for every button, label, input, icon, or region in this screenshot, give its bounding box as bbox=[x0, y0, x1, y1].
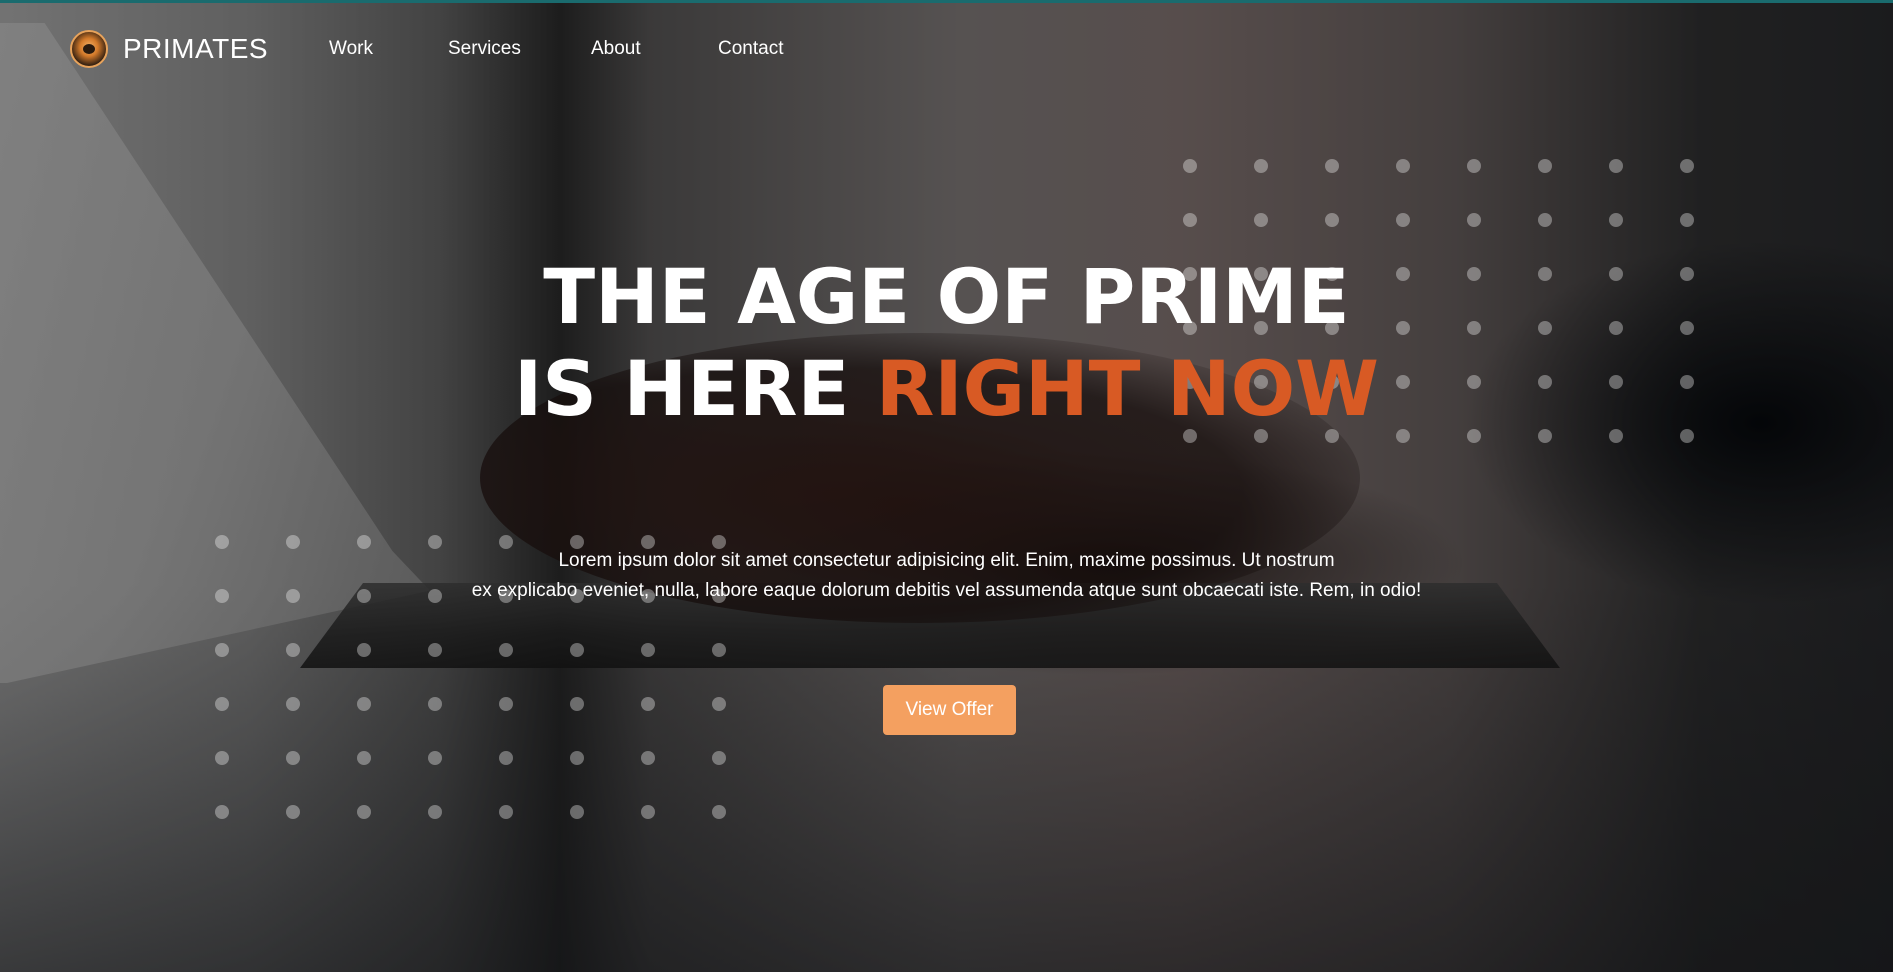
decorative-dot bbox=[1467, 159, 1481, 173]
decorative-dot bbox=[286, 643, 300, 657]
decorative-dot bbox=[286, 805, 300, 819]
view-offer-button[interactable]: View Offer bbox=[883, 685, 1016, 735]
decorative-dot bbox=[1680, 159, 1694, 173]
decorative-dot bbox=[1396, 159, 1410, 173]
decorative-dot bbox=[1396, 213, 1410, 227]
decorative-dot bbox=[1325, 213, 1339, 227]
decorative-dot bbox=[499, 751, 513, 765]
decorative-dot bbox=[1538, 159, 1552, 173]
decorative-dot bbox=[641, 697, 655, 711]
decorative-dot bbox=[641, 805, 655, 819]
decorative-dot bbox=[641, 643, 655, 657]
nav-link-work[interactable]: Work bbox=[329, 38, 373, 60]
decorative-dot bbox=[712, 697, 726, 711]
decorative-dot bbox=[712, 643, 726, 657]
decorative-dot bbox=[428, 805, 442, 819]
decorative-dot bbox=[1609, 159, 1623, 173]
decorative-dot bbox=[1254, 159, 1268, 173]
brand-name: PRIMATES bbox=[123, 33, 269, 64]
chimp-logo-icon bbox=[70, 30, 108, 68]
decorative-dot bbox=[357, 805, 371, 819]
decorative-dot bbox=[215, 805, 229, 819]
decorative-dot bbox=[286, 751, 300, 765]
headline-line-1: THE AGE OF PRIME bbox=[543, 252, 1350, 341]
top-navbar: PRIMATES Work Services About Contact bbox=[0, 3, 1893, 98]
decorative-dot bbox=[428, 697, 442, 711]
decorative-dot bbox=[570, 805, 584, 819]
decorative-dot bbox=[215, 751, 229, 765]
headline-accent: RIGHT NOW bbox=[875, 344, 1380, 433]
brand[interactable]: PRIMATES bbox=[70, 30, 268, 68]
decorative-dot bbox=[428, 643, 442, 657]
nav-link-services[interactable]: Services bbox=[448, 38, 521, 60]
decorative-dot bbox=[1254, 213, 1268, 227]
nav-link-about[interactable]: About bbox=[591, 38, 641, 60]
hero-description-line-2: ex explicabo eveniet, nulla, labore eaqu… bbox=[471, 580, 1422, 601]
hero-section: PRIMATES Work Services About Contact THE… bbox=[0, 0, 1893, 972]
decorative-dot bbox=[357, 697, 371, 711]
background-overlay bbox=[0, 3, 1893, 972]
decorative-dot bbox=[215, 643, 229, 657]
decorative-dot bbox=[357, 643, 371, 657]
decorative-dot bbox=[1680, 213, 1694, 227]
decorative-dot bbox=[1183, 213, 1197, 227]
decorative-dot bbox=[428, 751, 442, 765]
decorative-dot bbox=[357, 751, 371, 765]
decorative-dot bbox=[215, 697, 229, 711]
decorative-dot bbox=[570, 751, 584, 765]
decorative-dot bbox=[499, 805, 513, 819]
decorative-dot bbox=[1183, 159, 1197, 173]
decorative-dot bbox=[641, 751, 655, 765]
decorative-dot bbox=[499, 643, 513, 657]
hero-description-line-1: Lorem ipsum dolor sit amet consectetur a… bbox=[558, 550, 1335, 571]
headline-line-2-white: IS HERE bbox=[513, 344, 876, 433]
headline-line-2: IS HERE RIGHT NOW bbox=[0, 343, 1893, 435]
decorative-dot bbox=[570, 643, 584, 657]
decorative-dot bbox=[1325, 159, 1339, 173]
decorative-dot bbox=[286, 697, 300, 711]
hero-headline: THE AGE OF PRIME IS HERE RIGHT NOW bbox=[0, 251, 1893, 435]
decorative-dot bbox=[712, 751, 726, 765]
decorative-dot bbox=[570, 697, 584, 711]
nav-link-contact[interactable]: Contact bbox=[718, 38, 783, 60]
hero-description: Lorem ipsum dolor sit amet consectetur a… bbox=[0, 546, 1893, 606]
decorative-dot bbox=[712, 805, 726, 819]
decorative-dot bbox=[1467, 213, 1481, 227]
decorative-dot bbox=[1609, 213, 1623, 227]
decorative-dot bbox=[1538, 213, 1552, 227]
decorative-dot bbox=[499, 697, 513, 711]
